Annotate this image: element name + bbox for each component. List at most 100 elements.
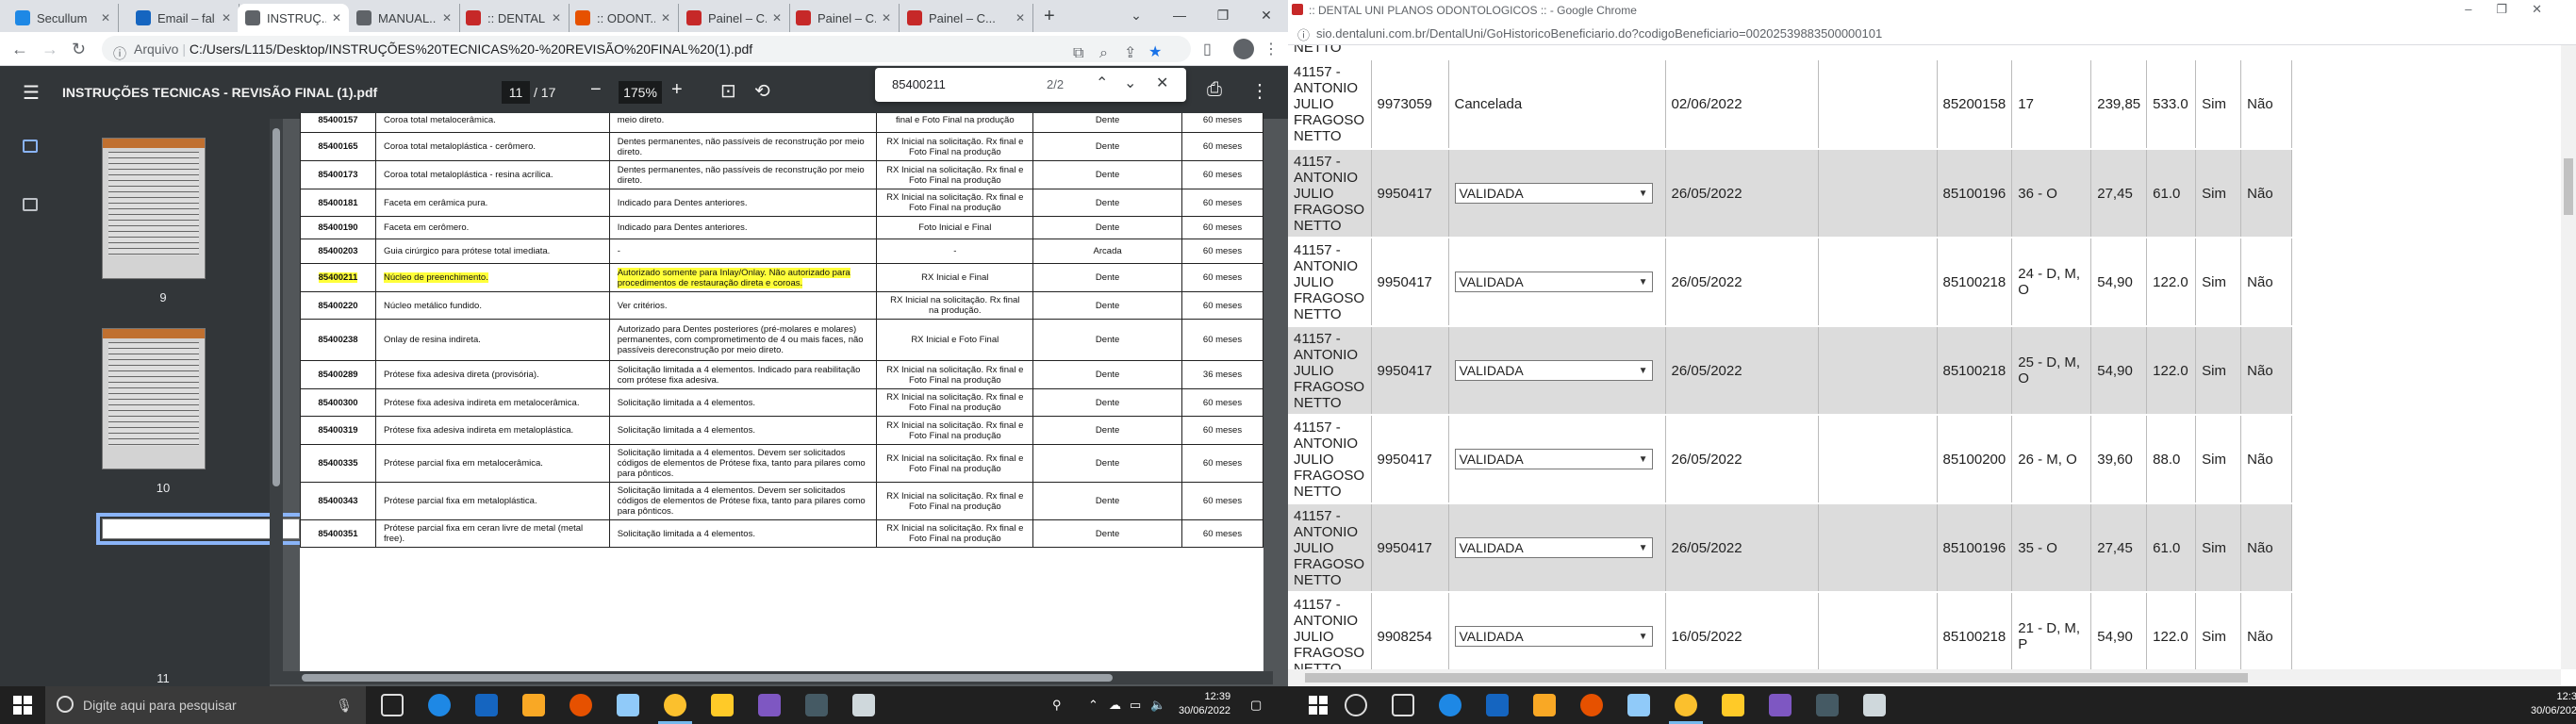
status-select[interactable]: VALIDADA ▼ xyxy=(1454,360,1653,381)
find-next-icon[interactable]: ⌄ xyxy=(1124,74,1136,92)
print-icon[interactable]: ⎙ xyxy=(1207,79,1222,101)
status-select[interactable]: VALIDADA ▼ xyxy=(1454,626,1653,647)
chrome-icon[interactable] xyxy=(664,694,686,716)
page-thumbnail[interactable] xyxy=(102,138,206,279)
share-icon[interactable]: ⇪ xyxy=(1124,41,1136,67)
tab[interactable]: MANUAL... ✕ xyxy=(349,4,460,32)
windows-start-icon[interactable] xyxy=(1309,696,1328,715)
cloud-icon[interactable]: ☁ xyxy=(1109,698,1121,713)
avatar[interactable] xyxy=(1233,39,1254,59)
sidepanel-icon[interactable]: ▯ xyxy=(1203,40,1212,58)
tab-close-icon[interactable]: ✕ xyxy=(882,11,891,25)
thumbnails-view-icon[interactable] xyxy=(23,140,38,153)
taskbar-search[interactable]: Digite aqui para pesquisar 🎙 xyxy=(45,686,366,724)
windows-start-icon[interactable] xyxy=(13,696,32,715)
page-number-input[interactable]: 11 xyxy=(502,81,530,104)
pdf-download-icon[interactable]: ⧉ xyxy=(1073,41,1083,67)
restore-icon[interactable]: ❐ xyxy=(1201,0,1245,32)
status-select[interactable]: VALIDADA ▼ xyxy=(1454,272,1653,292)
volume-icon[interactable]: 🔈 xyxy=(1150,698,1165,713)
firefox-icon[interactable] xyxy=(1580,694,1603,716)
microphone-icon[interactable]: 🎙 xyxy=(336,686,353,724)
person-icon[interactable]: ⚲ xyxy=(1052,698,1062,713)
fit-page-icon[interactable]: ⊡ xyxy=(720,79,736,103)
star-icon[interactable]: ★ xyxy=(1148,40,1162,66)
pdf-horizontal-scrollbar[interactable] xyxy=(283,671,1273,684)
more-icon[interactable]: ⋮ xyxy=(1263,40,1279,58)
word-icon[interactable] xyxy=(475,694,498,716)
find-input[interactable]: 85400211 xyxy=(892,77,946,91)
app-icon[interactable] xyxy=(805,694,828,716)
network-icon[interactable]: ▭ xyxy=(1130,698,1141,713)
sticky-notes-icon[interactable] xyxy=(1533,694,1556,716)
pdf-more-icon[interactable]: ⋮ xyxy=(1250,79,1269,103)
notifications-icon[interactable]: ▢ xyxy=(1250,698,1262,713)
zoom-out-icon[interactable]: − xyxy=(590,79,602,101)
app-icon[interactable] xyxy=(1627,694,1650,716)
vertical-scrollbar[interactable] xyxy=(2561,45,2576,669)
find-close-icon[interactable]: ✕ xyxy=(1156,74,1168,92)
menu-icon[interactable]: ☰ xyxy=(23,81,40,105)
tab-close-icon[interactable]: ✕ xyxy=(332,11,341,25)
tab-close-icon[interactable]: ✕ xyxy=(1016,11,1025,25)
status-select[interactable]: VALIDADA ▼ xyxy=(1454,183,1653,204)
app-icon[interactable] xyxy=(1816,694,1839,716)
firefox-icon[interactable] xyxy=(570,694,592,716)
search-icon[interactable] xyxy=(1345,694,1367,716)
zoom-icon[interactable]: ⌕ xyxy=(1099,41,1108,67)
tab-close-icon[interactable]: ✕ xyxy=(222,11,231,25)
tab-close-icon[interactable]: ✕ xyxy=(552,11,561,25)
edge-icon[interactable] xyxy=(1439,694,1461,716)
tab[interactable]: Painel – C... ✕ xyxy=(900,4,1033,32)
forward-icon[interactable]: → xyxy=(41,40,58,59)
find-previous-icon[interactable]: ⌃ xyxy=(1096,74,1108,92)
tab[interactable]: Email – fal... ✕ xyxy=(128,4,239,32)
word-icon[interactable] xyxy=(1486,694,1509,716)
window-controls[interactable]: –❐✕ xyxy=(2465,2,2567,17)
tray-chevron-icon[interactable]: ⌃ xyxy=(1088,698,1098,713)
thumbnail-scrollbar[interactable] xyxy=(270,119,283,684)
tab-close-icon[interactable]: ✕ xyxy=(101,11,110,25)
horizontal-scrollbar[interactable] xyxy=(1288,669,2561,686)
rotate-icon[interactable]: ⟲ xyxy=(754,79,770,103)
tab-close-icon[interactable]: ✕ xyxy=(442,11,452,25)
app-icon[interactable] xyxy=(758,694,781,716)
zoom-in-icon[interactable]: + xyxy=(671,79,683,101)
reload-icon[interactable]: ↻ xyxy=(72,40,86,59)
page-thumbnail[interactable] xyxy=(102,328,206,469)
outline-view-icon[interactable] xyxy=(23,198,38,211)
status-select[interactable]: VALIDADA ▼ xyxy=(1454,537,1653,558)
edge-icon[interactable] xyxy=(428,694,451,716)
zoom-input[interactable]: 175% xyxy=(619,81,662,104)
sticky-notes-icon[interactable] xyxy=(522,694,545,716)
file-explorer-icon[interactable] xyxy=(711,694,734,716)
app-icon[interactable] xyxy=(617,694,639,716)
tab[interactable]: :: ODONT... ✕ xyxy=(568,4,679,32)
close-icon[interactable]: ✕ xyxy=(1245,0,1288,32)
chevron-down-icon[interactable]: ⌄ xyxy=(1115,0,1158,32)
task-view-icon[interactable] xyxy=(381,694,404,716)
tab[interactable]: :: DENTAL... ✕ xyxy=(458,4,570,32)
tab-close-icon[interactable]: ✕ xyxy=(661,11,670,25)
tab[interactable]: Painel – C... ✕ xyxy=(679,4,790,32)
address-bar[interactable]: ⓘ Arquivo | C:/Users/L115/Desktop/INSTRU… xyxy=(102,36,1191,62)
chrome-icon[interactable] xyxy=(1675,694,1697,716)
task-view-icon[interactable] xyxy=(1392,694,1414,716)
back-icon[interactable]: ← xyxy=(11,40,28,59)
tab-close-icon[interactable]: ✕ xyxy=(772,11,782,25)
clock[interactable]: 12:39 30/06/2022 xyxy=(1179,690,1230,718)
info-icon[interactable]: ⓘ xyxy=(1297,25,1310,43)
app-icon[interactable] xyxy=(1769,694,1792,716)
tab[interactable]: Painel – C... ✕ xyxy=(788,4,900,32)
address-bar[interactable]: ⓘ sio.dentaluni.com.br/DentalUni/GoHisto… xyxy=(1288,21,2576,45)
file-explorer-icon[interactable] xyxy=(1722,694,1744,716)
clock[interactable]: 12:39 30/06/2022 xyxy=(2531,690,2576,718)
minimize-icon[interactable]: — xyxy=(1158,0,1201,32)
tab[interactable]: INSTRUÇ... ✕ xyxy=(238,4,349,32)
calculator-icon[interactable] xyxy=(1863,694,1886,716)
calculator-icon[interactable] xyxy=(852,694,875,716)
pdf-vertical-scrollbar[interactable] xyxy=(1273,119,1288,684)
status-select[interactable]: VALIDADA ▼ xyxy=(1454,449,1653,469)
tab[interactable]: Secullum ✕ xyxy=(8,4,119,32)
new-tab-icon[interactable]: + xyxy=(1044,6,1055,27)
